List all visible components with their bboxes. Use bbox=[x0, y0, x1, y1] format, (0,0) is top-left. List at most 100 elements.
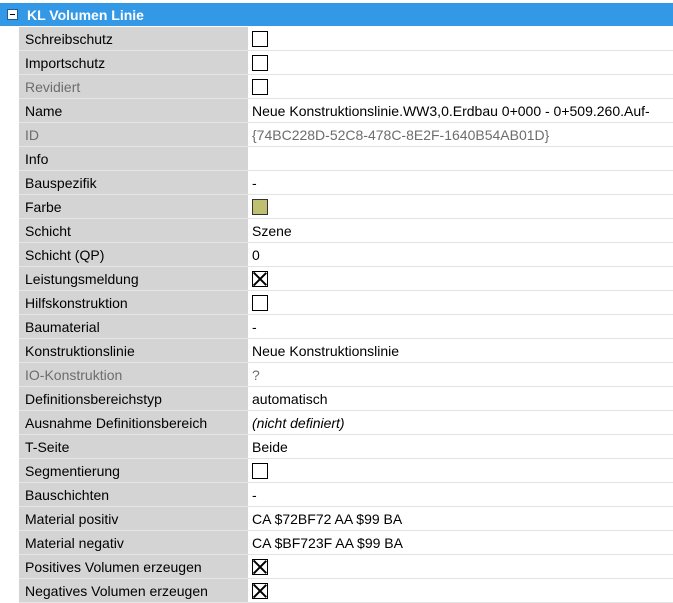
row-gutter bbox=[0, 219, 19, 243]
row-gutter bbox=[0, 75, 19, 99]
property-value: ? bbox=[248, 363, 673, 387]
property-label: Revidiert bbox=[19, 75, 248, 99]
property-label: Importschutz bbox=[19, 51, 248, 75]
property-value-cell bbox=[248, 75, 673, 99]
property-value[interactable] bbox=[248, 147, 673, 171]
row-gutter bbox=[0, 483, 19, 507]
property-value[interactable]: automatisch bbox=[248, 387, 673, 411]
property-row-schreibschutz: Schreibschutz bbox=[0, 27, 673, 51]
row-gutter bbox=[0, 315, 19, 339]
checkbox-unchecked bbox=[252, 78, 268, 95]
row-gutter bbox=[0, 459, 19, 483]
property-value[interactable]: CA $72BF72 AA $99 BA bbox=[248, 507, 673, 531]
property-label: IO-Konstruktion bbox=[19, 363, 248, 387]
property-row-io-konstruktion: IO-Konstruktion? bbox=[0, 363, 673, 387]
checkbox-unchecked[interactable] bbox=[252, 54, 268, 71]
section-title: KL Volumen Linie bbox=[27, 6, 144, 23]
row-gutter bbox=[0, 267, 19, 291]
section-header[interactable]: KL Volumen Linie bbox=[0, 3, 673, 26]
property-value[interactable]: Neue Konstruktionslinie.WW3,0.Erdbau 0+0… bbox=[248, 99, 673, 123]
checkbox-unchecked[interactable] bbox=[252, 462, 268, 479]
property-row-segmentierung: Segmentierung bbox=[0, 459, 673, 483]
checkbox-unchecked[interactable] bbox=[252, 30, 268, 47]
property-row-ausnahme-definitionsbereich: Ausnahme Definitionsbereich (nicht defini… bbox=[0, 411, 673, 435]
property-row-revidiert: Revidiert bbox=[0, 75, 673, 99]
property-value-cell[interactable] bbox=[248, 195, 673, 219]
property-label: Leistungsmeldung bbox=[19, 267, 248, 291]
row-gutter bbox=[0, 507, 19, 531]
row-gutter bbox=[0, 171, 19, 195]
property-row-material-negativ: Material negativ CA $BF723F AA $99 BA bbox=[0, 531, 673, 555]
row-gutter bbox=[0, 291, 19, 315]
property-label: Schreibschutz bbox=[19, 27, 248, 51]
property-value-cell[interactable] bbox=[248, 267, 673, 291]
property-rows: Schreibschutz Importschutz Revidiert Name Ne… bbox=[0, 27, 673, 603]
property-label: Schicht bbox=[19, 219, 248, 243]
row-gutter bbox=[0, 51, 19, 75]
row-gutter bbox=[0, 195, 19, 219]
property-value[interactable]: (nicht definiert) bbox=[248, 411, 673, 435]
property-label: Bauschichten bbox=[19, 483, 248, 507]
property-row-leistungsmeldung: Leistungsmeldung bbox=[0, 267, 673, 291]
property-value[interactable]: Szene bbox=[248, 219, 673, 243]
property-label: T-Seite bbox=[19, 435, 248, 459]
row-gutter bbox=[0, 123, 19, 147]
property-value[interactable]: 0 bbox=[248, 243, 673, 267]
property-row-material-positiv: Material positiv CA $72BF72 AA $99 BA bbox=[0, 507, 673, 531]
property-row-importschutz: Importschutz bbox=[0, 51, 673, 75]
property-label: Farbe bbox=[19, 195, 248, 219]
property-label: Definitionsbereichstyp bbox=[19, 387, 248, 411]
checkbox-unchecked[interactable] bbox=[252, 294, 268, 311]
property-row-schicht: Schicht Szene bbox=[0, 219, 673, 243]
property-value[interactable]: - bbox=[248, 171, 673, 195]
property-row-konstruktionslinie: Konstruktionslinie Neue Konstruktionslini… bbox=[0, 339, 673, 363]
property-label: Info bbox=[19, 147, 248, 171]
row-gutter bbox=[0, 555, 19, 579]
property-value-cell[interactable] bbox=[248, 459, 673, 483]
property-label: Segmentierung bbox=[19, 459, 248, 483]
property-row-id: ID {74BC228D-52C8-478C-8E2F-1640B54AB01D} bbox=[0, 123, 673, 147]
property-row-farbe: Farbe bbox=[0, 195, 673, 219]
property-label: Material negativ bbox=[19, 531, 248, 555]
row-gutter bbox=[0, 387, 19, 411]
color-swatch[interactable] bbox=[252, 198, 268, 215]
property-value-cell[interactable] bbox=[248, 555, 673, 579]
property-row-bauspezifik: Bauspezifik - bbox=[0, 171, 673, 195]
property-panel: KL Volumen Linie Schreibschutz Importschu… bbox=[0, 0, 673, 603]
property-value[interactable]: Beide bbox=[248, 435, 673, 459]
property-value-cell[interactable] bbox=[248, 291, 673, 315]
property-row-info: Info bbox=[0, 147, 673, 171]
row-gutter bbox=[0, 531, 19, 555]
property-label: Ausnahme Definitionsbereich bbox=[19, 411, 248, 435]
checkbox-checked[interactable] bbox=[252, 270, 268, 287]
property-row-definitionsbereichstyp: Definitionsbereichstyp automatisch bbox=[0, 387, 673, 411]
row-gutter bbox=[0, 147, 19, 171]
property-value-cell[interactable] bbox=[248, 51, 673, 75]
row-gutter bbox=[0, 435, 19, 459]
property-label: Material positiv bbox=[19, 507, 248, 531]
property-label: Name bbox=[19, 99, 248, 123]
row-gutter bbox=[0, 339, 19, 363]
property-value: {74BC228D-52C8-478C-8E2F-1640B54AB01D} bbox=[248, 123, 673, 147]
property-label: Baumaterial bbox=[19, 315, 248, 339]
collapse-icon[interactable] bbox=[7, 9, 18, 20]
property-label: Schicht (QP) bbox=[19, 243, 248, 267]
property-value-cell[interactable] bbox=[248, 579, 673, 603]
row-gutter bbox=[0, 27, 19, 51]
property-value[interactable]: - bbox=[248, 315, 673, 339]
property-row-name: Name Neue Konstruktionslinie.WW3,0.Erdbau… bbox=[0, 99, 673, 123]
checkbox-checked[interactable] bbox=[252, 582, 268, 599]
property-value[interactable]: CA $BF723F AA $99 BA bbox=[248, 531, 673, 555]
property-row-negatives-volumen-erzeugen: Negatives Volumen erzeugen bbox=[0, 579, 673, 603]
property-value-cell[interactable] bbox=[248, 27, 673, 51]
property-label: Negatives Volumen erzeugen bbox=[19, 579, 248, 603]
property-row-baumaterial: Baumaterial - bbox=[0, 315, 673, 339]
checkbox-checked[interactable] bbox=[252, 558, 268, 575]
row-gutter bbox=[0, 363, 19, 387]
property-label: Konstruktionslinie bbox=[19, 339, 248, 363]
property-value[interactable]: Neue Konstruktionslinie bbox=[248, 339, 673, 363]
property-value[interactable]: - bbox=[248, 483, 673, 507]
property-label: Positives Volumen erzeugen bbox=[19, 555, 248, 579]
property-row-hilfskonstruktion: Hilfskonstruktion bbox=[0, 291, 673, 315]
row-gutter bbox=[0, 99, 19, 123]
